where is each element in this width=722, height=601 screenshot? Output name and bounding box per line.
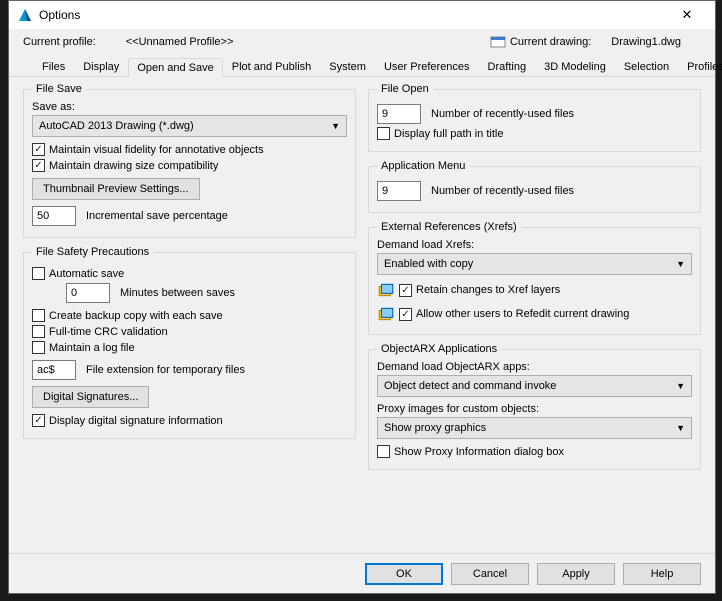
full-path-checkbox[interactable]: [377, 127, 390, 140]
full-path-label: Display full path in title: [394, 128, 503, 140]
demand-arx-value: Object detect and command invoke: [384, 380, 556, 392]
incremental-save-input[interactable]: [32, 206, 76, 226]
file-save-group: File Save Save as: AutoCAD 2013 Drawing …: [23, 83, 356, 238]
proxy-images-value: Show proxy graphics: [384, 422, 486, 434]
right-column: File Open Number of recently-used files …: [368, 83, 701, 551]
automatic-save-label: Automatic save: [49, 268, 124, 280]
visual-fidelity-checkbox[interactable]: [32, 143, 45, 156]
save-as-dropdown[interactable]: AutoCAD 2013 Drawing (*.dwg) ▼: [32, 115, 347, 137]
incremental-save-label: Incremental save percentage: [86, 210, 228, 222]
current-profile-label: Current profile:: [23, 36, 96, 48]
tab-strip: Files Display Open and Save Plot and Pub…: [9, 55, 715, 77]
recent-files-input[interactable]: [377, 104, 421, 124]
drawing-size-label: Maintain drawing size compatibility: [49, 160, 218, 172]
retain-xref-checkbox[interactable]: [399, 284, 412, 297]
current-drawing-value: Drawing1.dwg: [611, 36, 681, 48]
tab-profiles[interactable]: Profiles: [678, 57, 722, 76]
demand-arx-dropdown[interactable]: Object detect and command invoke ▼: [377, 375, 692, 397]
backup-copy-label: Create backup copy with each save: [49, 310, 223, 322]
minutes-input[interactable]: [66, 283, 110, 303]
digital-signatures-button[interactable]: Digital Signatures...: [32, 386, 149, 408]
tab-3d-modeling[interactable]: 3D Modeling: [535, 57, 615, 76]
dialog-footer: OK Cancel Apply Help: [9, 553, 715, 593]
proxy-images-label: Proxy images for custom objects:: [377, 403, 692, 415]
close-button[interactable]: ✕: [667, 1, 707, 29]
profile-bar: Current profile: <<Unnamed Profile>> Cur…: [9, 29, 715, 55]
file-safety-legend: File Safety Precautions: [32, 246, 153, 258]
window-title: Options: [39, 8, 667, 22]
drawing-size-checkbox[interactable]: [32, 159, 45, 172]
xref-layers-icon: [377, 281, 395, 299]
cancel-button[interactable]: Cancel: [451, 563, 529, 585]
chevron-down-icon: ▼: [676, 423, 685, 433]
chevron-down-icon: ▼: [676, 259, 685, 269]
log-file-label: Maintain a log file: [49, 342, 135, 354]
app-logo-icon: [17, 7, 33, 23]
chevron-down-icon: ▼: [331, 121, 340, 131]
titlebar: Options ✕: [9, 1, 715, 29]
tab-content: File Save Save as: AutoCAD 2013 Drawing …: [9, 77, 715, 553]
log-file-checkbox[interactable]: [32, 341, 45, 354]
backup-copy-checkbox[interactable]: [32, 309, 45, 322]
current-drawing-label: Current drawing:: [510, 36, 591, 48]
left-column: File Save Save as: AutoCAD 2013 Drawing …: [23, 83, 356, 551]
appmenu-recent-input[interactable]: [377, 181, 421, 201]
tab-plot-and-publish[interactable]: Plot and Publish: [223, 57, 321, 76]
xref-refedit-icon: [377, 305, 395, 323]
temp-ext-label: File extension for temporary files: [86, 364, 245, 376]
xrefs-legend: External References (Xrefs): [377, 221, 521, 233]
file-save-legend: File Save: [32, 83, 86, 95]
show-proxy-label: Show Proxy Information dialog box: [394, 446, 564, 458]
demand-xrefs-value: Enabled with copy: [384, 258, 473, 270]
tab-drafting[interactable]: Drafting: [479, 57, 536, 76]
minutes-label: Minutes between saves: [120, 287, 235, 299]
thumbnail-settings-button[interactable]: Thumbnail Preview Settings...: [32, 178, 200, 200]
recent-files-label: Number of recently-used files: [431, 108, 574, 120]
ok-button[interactable]: OK: [365, 563, 443, 585]
objectarx-group: ObjectARX Applications Demand load Objec…: [368, 343, 701, 470]
tab-selection[interactable]: Selection: [615, 57, 678, 76]
signature-info-checkbox[interactable]: [32, 414, 45, 427]
demand-xrefs-dropdown[interactable]: Enabled with copy ▼: [377, 253, 692, 275]
crc-checkbox[interactable]: [32, 325, 45, 338]
tab-display[interactable]: Display: [74, 57, 128, 76]
file-open-legend: File Open: [377, 83, 433, 95]
current-profile-value: <<Unnamed Profile>>: [126, 36, 234, 48]
file-safety-group: File Safety Precautions Automatic save M…: [23, 246, 356, 439]
demand-xrefs-label: Demand load Xrefs:: [377, 239, 692, 251]
apply-button[interactable]: Apply: [537, 563, 615, 585]
save-as-value: AutoCAD 2013 Drawing (*.dwg): [39, 120, 194, 132]
tab-user-preferences[interactable]: User Preferences: [375, 57, 479, 76]
file-open-group: File Open Number of recently-used files …: [368, 83, 701, 152]
demand-arx-label: Demand load ObjectARX apps:: [377, 361, 692, 373]
allow-refedit-checkbox[interactable]: [399, 308, 412, 321]
proxy-images-dropdown[interactable]: Show proxy graphics ▼: [377, 417, 692, 439]
options-dialog: Options ✕ Current profile: <<Unnamed Pro…: [8, 0, 716, 594]
tab-open-and-save[interactable]: Open and Save: [128, 58, 222, 77]
objectarx-legend: ObjectARX Applications: [377, 343, 501, 355]
crc-label: Full-time CRC validation: [49, 326, 168, 338]
help-button[interactable]: Help: [623, 563, 701, 585]
allow-refedit-label: Allow other users to Refedit current dra…: [416, 308, 629, 320]
chevron-down-icon: ▼: [676, 381, 685, 391]
app-menu-group: Application Menu Number of recently-used…: [368, 160, 701, 213]
app-menu-legend: Application Menu: [377, 160, 469, 172]
retain-xref-label: Retain changes to Xref layers: [416, 284, 560, 296]
save-as-label: Save as:: [32, 101, 347, 113]
visual-fidelity-label: Maintain visual fidelity for annotative …: [49, 144, 264, 156]
show-proxy-checkbox[interactable]: [377, 445, 390, 458]
tab-system[interactable]: System: [320, 57, 375, 76]
signature-info-label: Display digital signature information: [49, 415, 223, 427]
drawing-icon: [490, 34, 506, 50]
tab-files[interactable]: Files: [33, 57, 74, 76]
appmenu-recent-label: Number of recently-used files: [431, 185, 574, 197]
automatic-save-checkbox[interactable]: [32, 267, 45, 280]
xrefs-group: External References (Xrefs) Demand load …: [368, 221, 701, 335]
temp-ext-input[interactable]: [32, 360, 76, 380]
